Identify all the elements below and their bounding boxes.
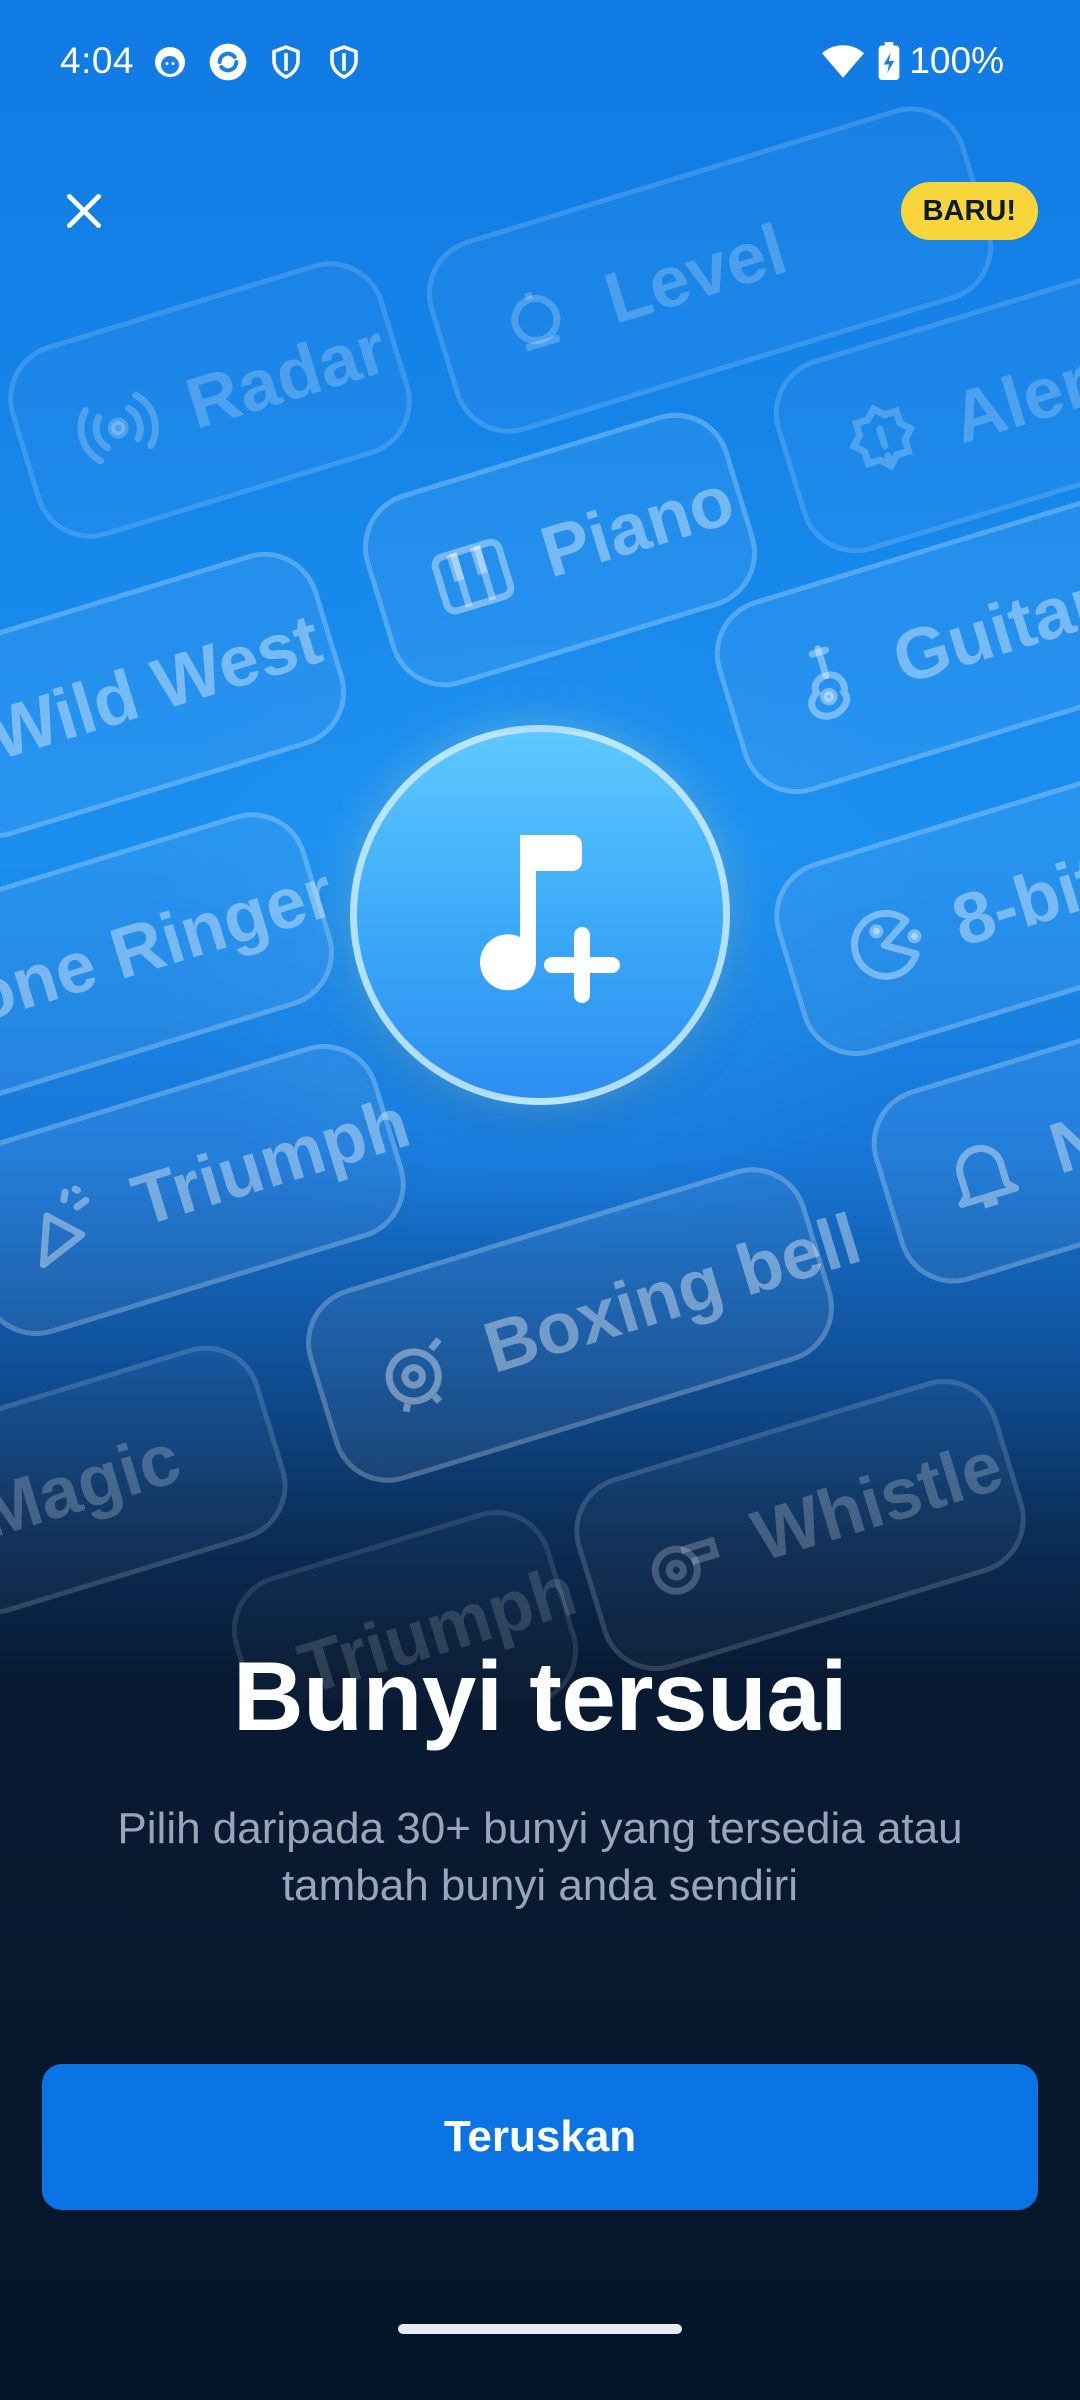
chip-label: 8-bit [943, 841, 1080, 962]
music-note-add-icon [480, 835, 620, 1003]
home-indicator[interactable] [398, 2324, 682, 2334]
wifi-icon [822, 45, 864, 78]
chip-8-bit: 8-bit [760, 750, 1080, 1070]
chip-label: Alert [942, 334, 1080, 460]
chip-label: Phone Ringer [0, 851, 343, 1066]
chip-label: Magic [0, 1418, 190, 1555]
chip-label: Whistle [743, 1425, 1012, 1577]
pacman-icon [851, 909, 922, 980]
guitar-icon [808, 645, 851, 720]
chip-label: Wild West [0, 599, 331, 776]
chip-label: N [1040, 1097, 1080, 1190]
bell-icon [956, 1145, 1020, 1209]
chip-label: Triumph [123, 1082, 419, 1242]
bell-level-icon [511, 291, 561, 352]
page-subtitle: Pilih daripada 30+ bunyi yang tersedia a… [117, 1804, 963, 1910]
whistle-icon [651, 1536, 720, 1595]
chip-radar: Radar [0, 247, 426, 553]
boxing-bell-icon [385, 1337, 443, 1413]
chip-label: Boxing bell [475, 1198, 870, 1389]
status-bar: 4:04 100% [0, 0, 1080, 130]
close-button[interactable] [48, 175, 120, 247]
alert-badge-icon [849, 404, 916, 471]
close-icon [66, 193, 102, 229]
chip-label: Piano [532, 459, 743, 594]
chip-whistle: Whistle [560, 1365, 1040, 1685]
shield-icon [330, 45, 358, 79]
chip-wild-west: Wild West [0, 537, 361, 853]
new-badge: BARU! [900, 182, 1038, 240]
chip-label: Level [595, 209, 796, 340]
face-notification-icon [155, 47, 185, 77]
sync-app-icon [209, 43, 247, 81]
continue-button[interactable]: Teruskan [42, 2064, 1038, 2210]
chip-n: N [857, 1012, 1080, 1298]
shield-icon [272, 45, 300, 79]
screen: Level Radar Alert Piano Wild West Guitar… [0, 0, 1080, 2400]
chip-label: Guitar [883, 561, 1080, 700]
chip-label: Radar [177, 308, 396, 445]
battery-percentage: 100% [909, 40, 1004, 81]
hero-badge [350, 725, 730, 1105]
status-time: 4:04 [60, 40, 135, 81]
chip-piano: Piano [349, 398, 771, 702]
page-title: Bunyi tersuai [232, 1641, 848, 1751]
piano-icon [431, 538, 515, 615]
radar-icon [77, 391, 159, 465]
battery-charging-icon [878, 42, 900, 80]
party-icon [39, 1185, 90, 1269]
